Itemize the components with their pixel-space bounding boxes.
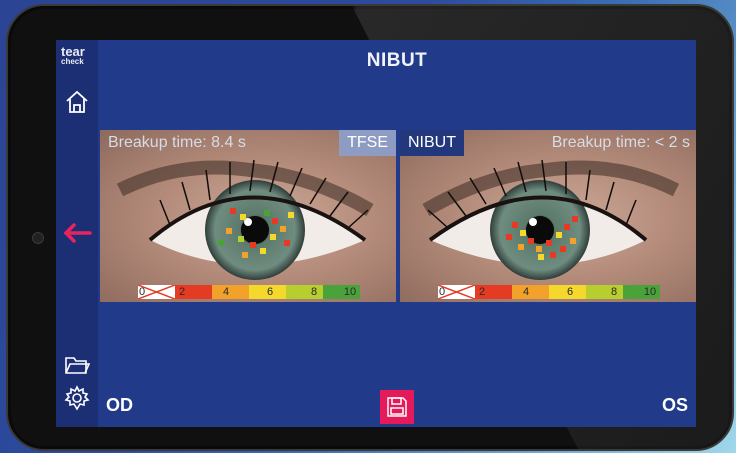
logo-line-1: tear <box>61 44 85 59</box>
eye-panel-od[interactable]: Breakup time: 8.4 s TFSE 0 2 4 6 8 10 <box>100 130 396 302</box>
scale-tick: 8 <box>310 286 318 298</box>
scale-tick: 6 <box>266 286 274 298</box>
scale-tick: 0 <box>438 286 446 298</box>
scale-tick: 0 <box>138 286 146 298</box>
save-button[interactable] <box>380 390 414 424</box>
back-arrow-icon[interactable] <box>62 217 94 249</box>
scale-tick: 2 <box>178 286 186 298</box>
gear-icon[interactable] <box>64 385 90 411</box>
logo-line-2: check <box>61 57 84 66</box>
eye-panel-os[interactable]: Breakup time: < 2 s NIBUT 0 2 4 6 8 10 <box>400 130 696 302</box>
page-title: NIBUT <box>366 50 428 71</box>
scale-tick: 8 <box>610 286 618 298</box>
tab-nibut[interactable]: NIBUT <box>400 130 464 156</box>
scale-labels-od: 0 2 4 6 8 10 <box>138 285 360 299</box>
scale-tick: 10 <box>643 286 657 298</box>
app-screen: tear check NIBUT Breakup time: 8.4 s TFS… <box>56 40 696 427</box>
eye-panels: Breakup time: 8.4 s TFSE 0 2 4 6 8 10 Br… <box>100 130 696 302</box>
app-logo: tear check <box>61 44 85 67</box>
scale-tick: 2 <box>478 286 486 298</box>
save-icon <box>387 397 407 417</box>
scale-tick: 10 <box>343 286 357 298</box>
camera-icon <box>32 232 44 244</box>
home-icon[interactable] <box>64 89 90 115</box>
bottom-bar: OD OS <box>98 385 696 427</box>
scale-tick: 6 <box>566 286 574 298</box>
breakup-time-os: Breakup time: < 2 s <box>551 134 690 151</box>
scale-tick: 4 <box>522 286 530 298</box>
tab-tfse[interactable]: TFSE <box>339 130 396 156</box>
scale-labels-os: 0 2 4 6 8 10 <box>438 285 660 299</box>
sidebar: tear check <box>56 40 98 427</box>
folder-icon[interactable] <box>64 353 90 377</box>
od-label[interactable]: OD <box>106 395 133 416</box>
breakup-time-od: Breakup time: 8.4 s <box>108 134 246 151</box>
scale-tick: 4 <box>222 286 230 298</box>
os-label[interactable]: OS <box>662 395 688 416</box>
